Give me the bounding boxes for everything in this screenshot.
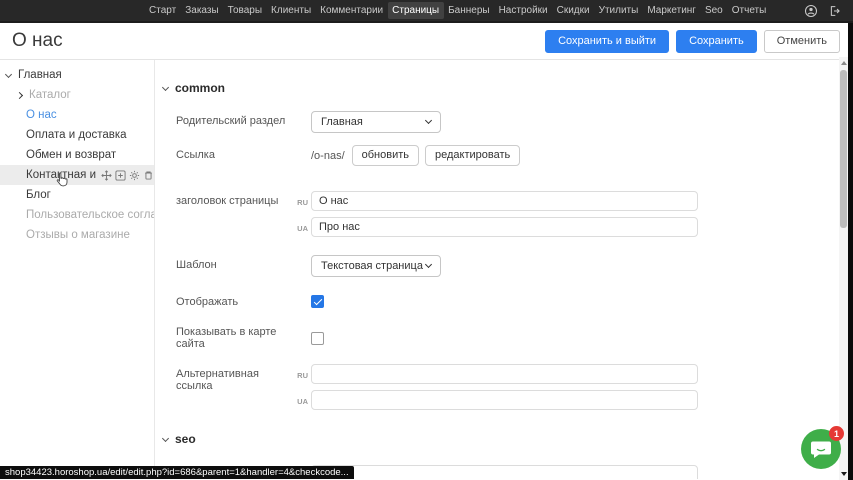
menu-item-comments[interactable]: Комментарии — [316, 2, 388, 19]
top-navigation-bar: HOROSHOP V4 shop34423.horoshop.ua Старт … — [0, 0, 853, 23]
tree-item-store-reviews[interactable]: Отзывы о магазине — [0, 225, 154, 245]
page-title-ua-input[interactable] — [311, 217, 698, 237]
add-subpage-icon[interactable] — [115, 170, 126, 181]
template-row: Шаблон Текстовая страница — [155, 255, 853, 277]
scroll-down-arrow-icon[interactable] — [841, 472, 847, 476]
scroll-up-arrow-icon[interactable] — [841, 61, 847, 65]
status-url-tooltip: shop34423.horoshop.ua/edit/edit.php?id=6… — [0, 466, 354, 479]
link-edit-button[interactable]: редактировать — [425, 145, 520, 166]
alt-link-ru-input[interactable] — [311, 364, 698, 384]
menu-item-reports[interactable]: Отчеты — [727, 2, 771, 19]
page-title-row: заголовок страницы RU UA — [155, 191, 853, 237]
main-menu: Старт Заказы Товары Клиенты Комментарии … — [145, 2, 771, 19]
save-and-exit-button[interactable]: Сохранить и выйти — [545, 30, 669, 53]
page-edit-form: common Родительский раздел Главная Ссылк… — [155, 60, 853, 479]
tree-item-user-agreement[interactable]: Пользовательское соглашение — [0, 205, 154, 225]
vertical-scrollbar[interactable] — [839, 57, 848, 480]
chevron-right-icon[interactable] — [16, 91, 23, 98]
logout-icon[interactable] — [827, 4, 841, 18]
link-refresh-button[interactable]: обновить — [352, 145, 419, 166]
tree-item-payment-delivery[interactable]: Оплата и доставка — [0, 125, 154, 145]
chevron-down-icon — [425, 261, 432, 268]
chevron-down-icon — [425, 117, 432, 124]
chat-unread-badge: 1 — [829, 426, 844, 441]
chevron-down-icon — [162, 83, 169, 90]
move-icon[interactable] — [101, 170, 112, 181]
template-label: Шаблон — [176, 255, 294, 271]
template-select[interactable]: Текстовая страница — [311, 255, 441, 277]
tree-item-catalog[interactable]: Каталог — [0, 85, 154, 105]
display-row: Отображать — [155, 295, 853, 308]
lang-ru-badge: RU — [294, 364, 308, 384]
chat-widget-button[interactable]: 1 — [801, 429, 841, 469]
header-actions: Сохранить и выйти Сохранить Отменить — [545, 30, 840, 53]
menu-item-orders[interactable]: Заказы — [181, 2, 223, 19]
display-label: Отображать — [176, 296, 294, 308]
menu-item-start[interactable]: Старт — [145, 2, 181, 19]
parent-section-select[interactable]: Главная — [311, 111, 441, 133]
parent-section-row: Родительский раздел Главная — [155, 111, 853, 133]
section-seo-header[interactable]: seo — [163, 432, 853, 446]
lang-ru-badge: RU — [294, 191, 308, 211]
menu-item-clients[interactable]: Клиенты — [267, 2, 316, 19]
menu-item-utilities[interactable]: Утилиты — [594, 2, 643, 19]
alt-link-row: Альтернативная ссылка RU UA — [155, 364, 853, 410]
trash-icon[interactable] — [143, 170, 154, 181]
save-button[interactable]: Сохранить — [676, 30, 757, 53]
gear-icon[interactable] — [129, 170, 140, 181]
cancel-button[interactable]: Отменить — [764, 30, 840, 53]
menu-item-marketing[interactable]: Маркетинг — [643, 2, 701, 19]
tree-item-actions — [101, 170, 154, 181]
menu-item-banners[interactable]: Баннеры — [444, 2, 494, 19]
screen-edge-strip — [848, 23, 853, 480]
lang-ua-badge: UA — [294, 217, 308, 237]
display-checkbox[interactable] — [311, 295, 324, 308]
sitemap-row: Показывать в карте сайта — [155, 326, 853, 350]
pages-tree-sidebar: Главная Каталог О нас Оплата и доставка … — [0, 60, 155, 479]
scrollbar-thumb[interactable] — [840, 70, 847, 228]
tree-item-exchange-return[interactable]: Обмен и возврат — [0, 145, 154, 165]
html-title-ru-input[interactable] — [311, 465, 698, 479]
tree-item-contact-info[interactable]: Контактная инфор — [0, 165, 154, 185]
section-common-header[interactable]: common — [163, 81, 853, 95]
parent-section-label: Родительский раздел — [176, 111, 294, 127]
alt-link-label: Альтернативная ссылка — [176, 364, 294, 392]
link-label: Ссылка — [176, 145, 294, 161]
tree-item-blog[interactable]: Блог — [0, 185, 154, 205]
chevron-down-icon[interactable] — [5, 70, 12, 77]
alt-link-ua-input[interactable] — [311, 390, 698, 410]
page-title-ru-input[interactable] — [311, 191, 698, 211]
page-title: О нас — [12, 30, 63, 52]
sitemap-checkbox[interactable] — [311, 332, 324, 345]
link-row: Ссылка /o-nas/ обновить редактировать — [155, 145, 853, 166]
sitemap-label: Показывать в карте сайта — [176, 326, 294, 350]
lang-ua-badge: UA — [294, 390, 308, 410]
menu-item-seo[interactable]: Seo — [700, 2, 727, 19]
menu-item-pages[interactable]: Страницы — [388, 2, 444, 19]
tree-item-about-us[interactable]: О нас — [0, 105, 154, 125]
menu-item-discounts[interactable]: Скидки — [552, 2, 594, 19]
account-icon[interactable] — [804, 4, 818, 18]
menu-item-settings[interactable]: Настройки — [494, 2, 552, 19]
menu-item-products[interactable]: Товары — [223, 2, 266, 19]
tree-item-home[interactable]: Главная — [0, 65, 154, 85]
page-title-label: заголовок страницы — [176, 191, 294, 207]
chevron-down-icon — [162, 434, 169, 441]
link-path-value: /o-nas/ — [311, 145, 345, 162]
